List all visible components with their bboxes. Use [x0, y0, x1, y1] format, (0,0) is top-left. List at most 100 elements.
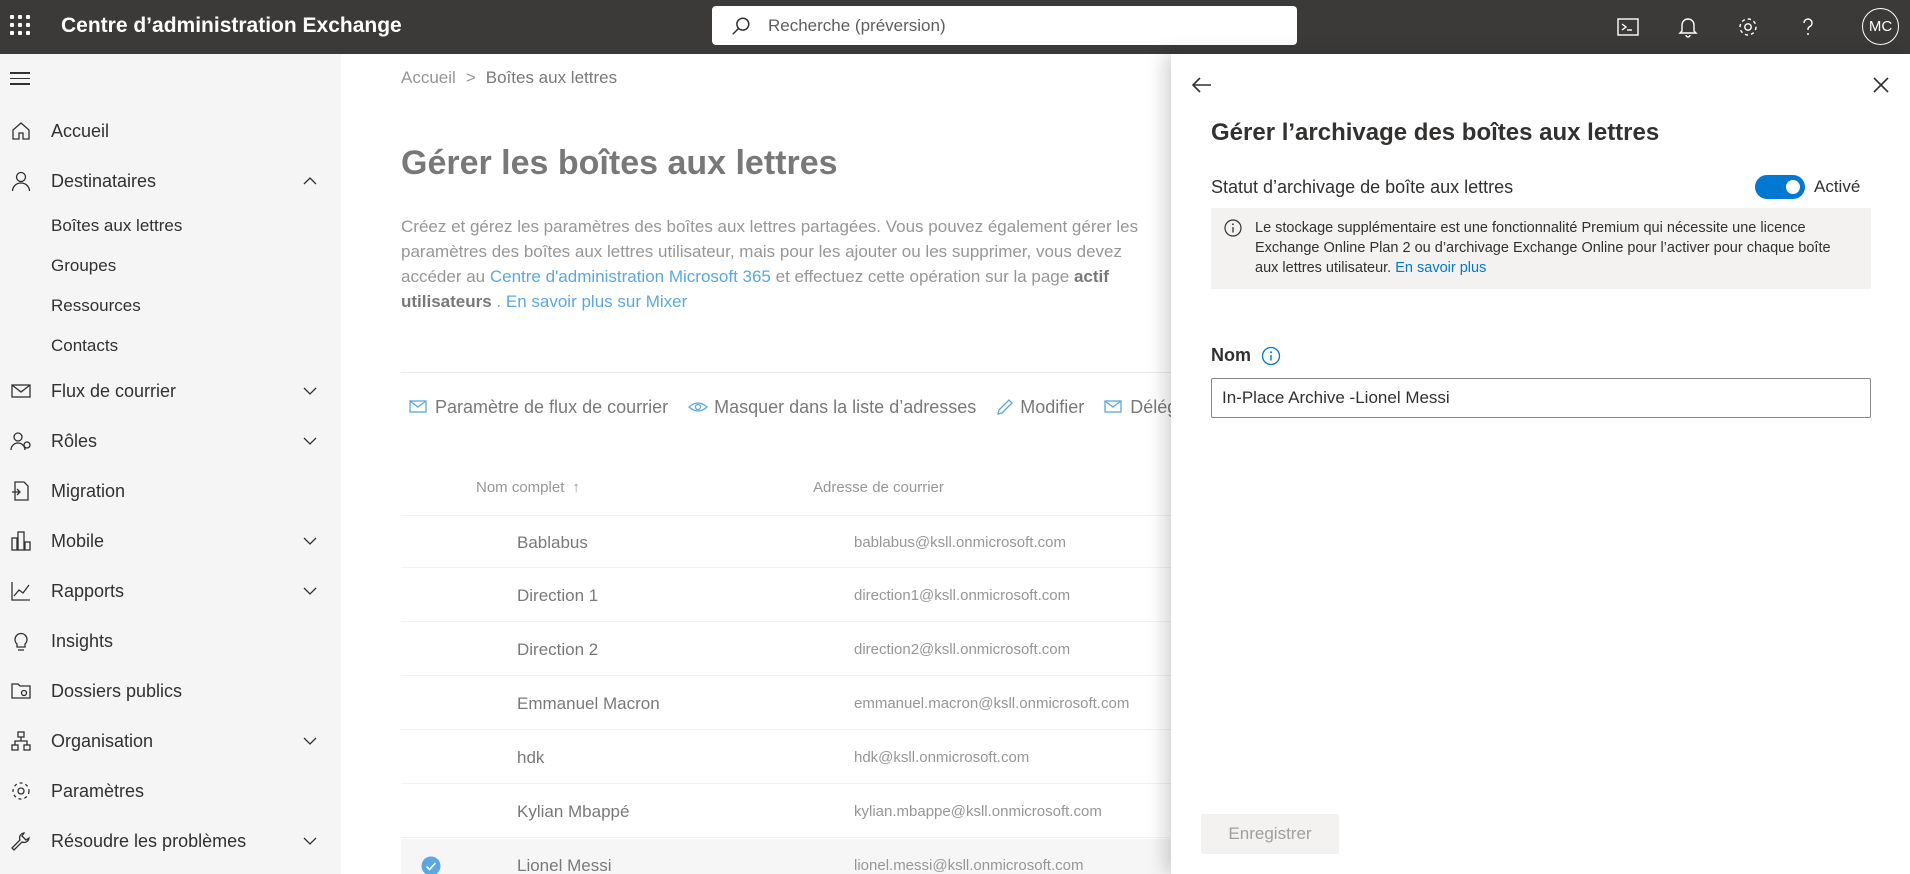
- sidebar-item-label: Insights: [51, 630, 114, 651]
- name-label-text: Nom: [1211, 345, 1251, 365]
- chevron-down-icon: [303, 537, 317, 545]
- mail-flow-settings-button[interactable]: Paramètre de flux de courrier: [409, 397, 668, 418]
- column-header-name[interactable]: Nom complet ↑: [476, 479, 580, 496]
- sidebar-item-organisation[interactable]: Organisation: [0, 721, 341, 761]
- mobile-icon: [11, 531, 31, 551]
- chevron-down-icon: [303, 387, 317, 395]
- roles-icon: [10, 432, 31, 451]
- delegation-button[interactable]: Délég: [1104, 397, 1177, 418]
- sidebar-item-dossiers[interactable]: Dossiers publics: [0, 671, 341, 711]
- page-description: Créez et gérez les paramètres des boîtes…: [401, 214, 1161, 314]
- column-header-email[interactable]: Adresse de courrier: [813, 479, 944, 496]
- panel-title: Gérer l’archivage des boîtes aux lettres: [1211, 119, 1660, 146]
- sidebar-item-insights[interactable]: Insights: [0, 621, 341, 661]
- save-button[interactable]: Enregistrer: [1201, 814, 1339, 854]
- table-row[interactable]: Emmanuel Macron emmanuel.macron@ksll.onm…: [401, 677, 1171, 730]
- learn-more-link[interactable]: En savoir plus: [1395, 260, 1486, 276]
- avatar[interactable]: MC: [1862, 8, 1899, 45]
- sidebar-item-label: Mobile: [51, 530, 105, 551]
- archive-name-input[interactable]: [1211, 378, 1871, 418]
- search-icon: [732, 17, 750, 35]
- hamburger-icon[interactable]: [10, 72, 30, 86]
- table-row[interactable]: hdk hdk@ksll.onmicrosoft.com: [401, 731, 1171, 784]
- checkmark-circle-icon[interactable]: [421, 856, 441, 874]
- row-email: emmanuel.macron@ksll.onmicrosoft.com: [854, 695, 1130, 712]
- breadcrumb-home[interactable]: Accueil: [401, 68, 456, 88]
- sidebar-subitem-boites[interactable]: Boîtes aux lettres: [0, 209, 341, 243]
- row-email: direction1@ksll.onmicrosoft.com: [854, 587, 1071, 604]
- back-arrow-icon[interactable]: [1189, 72, 1215, 98]
- row-name: Direction 1: [517, 586, 599, 605]
- divider: [401, 372, 1171, 373]
- gear-icon[interactable]: [1718, 0, 1778, 54]
- column-header-label: Adresse de courrier: [813, 479, 944, 496]
- sidebar-item-flux[interactable]: Flux de courrier: [0, 371, 341, 411]
- row-email: bablabus@ksll.onmicrosoft.com: [854, 534, 1066, 551]
- table-row-selected[interactable]: Lionel Messi lionel.messi@ksll.onmicroso…: [401, 839, 1171, 874]
- sidebar-subitem-groupes[interactable]: Groupes: [0, 249, 341, 283]
- table-row[interactable]: Direction 1 direction1@ksll.onmicrosoft.…: [401, 569, 1171, 622]
- button-label: Masquer dans la liste d’adresses: [714, 396, 977, 417]
- help-icon[interactable]: [1778, 0, 1838, 54]
- sidebar-subitem-contacts[interactable]: Contacts: [0, 329, 341, 363]
- row-email: direction2@ksll.onmicrosoft.com: [854, 641, 1071, 658]
- app-launcher-icon[interactable]: [8, 12, 34, 38]
- person-icon: [11, 171, 31, 192]
- info-icon: [1224, 219, 1242, 237]
- m365-admin-link[interactable]: Centre d'administration Microsoft 365: [490, 267, 771, 286]
- table-row[interactable]: Direction 2 direction2@ksll.onmicrosoft.…: [401, 623, 1171, 676]
- row-name: hdk: [517, 748, 545, 767]
- breadcrumb-separator: >: [465, 68, 476, 87]
- gear-icon: [12, 782, 30, 800]
- info-text: Le stockage supplémentaire est une fonct…: [1255, 220, 1831, 276]
- table-row[interactable]: Bablabus bablabus@ksll.onmicrosoft.com: [401, 515, 1171, 568]
- hide-from-gal-button[interactable]: Masquer dans la liste d’adresses: [688, 397, 976, 418]
- row-name: Direction 2: [517, 640, 599, 659]
- learn-more-mixer-link[interactable]: En savoir plus sur Mixer: [506, 292, 687, 311]
- breadcrumb-current: Boîtes aux lettres: [485, 68, 618, 87]
- app-title[interactable]: Centre d’administration Exchange: [61, 14, 402, 38]
- sidebar-item-label: Résoudre les problèmes: [51, 830, 247, 851]
- sidebar-subitem-ressources[interactable]: Ressources: [0, 289, 341, 323]
- migration-icon: [12, 481, 29, 501]
- sidebar-item-rapports[interactable]: Rapports: [0, 571, 341, 611]
- sidebar-item-roles[interactable]: Rôles: [0, 421, 341, 461]
- sidebar-item-migration[interactable]: Migration: [0, 471, 341, 511]
- sidebar-item-accueil[interactable]: Accueil: [0, 111, 341, 151]
- search-placeholder: Recherche (préversion): [768, 16, 946, 35]
- mail-settings-icon: [409, 400, 427, 413]
- sidebar-item-destinataires[interactable]: Destinataires: [0, 161, 341, 201]
- main-content: Accueil > Boîtes aux lettres Gérer les b…: [341, 54, 1177, 874]
- row-email: lionel.messi@ksll.onmicrosoft.com: [854, 857, 1084, 874]
- chevron-down-icon: [303, 737, 317, 745]
- sidebar-subitem-label: Groupes: [51, 256, 117, 275]
- sidebar-item-label: Paramètres: [51, 780, 145, 801]
- desc-text: et effectuez cette opération sur la page: [770, 267, 1074, 286]
- sidebar-item-parametres[interactable]: Paramètres: [0, 771, 341, 811]
- lightbulb-icon: [14, 632, 28, 651]
- archive-toggle[interactable]: [1755, 175, 1805, 199]
- sidebar-item-label: Dossiers publics: [51, 680, 183, 701]
- name-field-label: Nom: [1211, 345, 1281, 366]
- search-box[interactable]: Recherche (préversion): [712, 6, 1297, 45]
- terminal-icon[interactable]: [1598, 0, 1658, 54]
- info-icon[interactable]: [1261, 346, 1281, 366]
- edit-button[interactable]: Modifier: [996, 397, 1084, 418]
- chevron-down-icon: [303, 437, 317, 445]
- toggle-state-label: Activé: [1814, 177, 1861, 196]
- sidebar-subitem-label: Ressources: [51, 296, 141, 315]
- row-name: Kylian Mbappé: [517, 802, 630, 821]
- sidebar-item-label: Accueil: [51, 120, 110, 141]
- desc-text: .: [491, 292, 506, 311]
- table-row[interactable]: Kylian Mbappé kylian.mbappe@ksll.onmicro…: [401, 785, 1171, 838]
- sidebar-item-label: Migration: [51, 480, 126, 501]
- sidebar-subitem-label: Boîtes aux lettres: [51, 216, 183, 235]
- folder-icon: [11, 683, 31, 699]
- sidebar-item-mobile[interactable]: Mobile: [0, 521, 341, 561]
- sidebar-item-resoudre[interactable]: Résoudre les problèmes: [0, 821, 341, 861]
- sidebar-item-label: Organisation: [51, 730, 154, 751]
- close-icon[interactable]: [1870, 74, 1892, 96]
- bell-icon[interactable]: [1658, 0, 1718, 54]
- info-message: Le stockage supplémentaire est une fonct…: [1255, 218, 1855, 278]
- row-name: Bablabus: [517, 533, 588, 552]
